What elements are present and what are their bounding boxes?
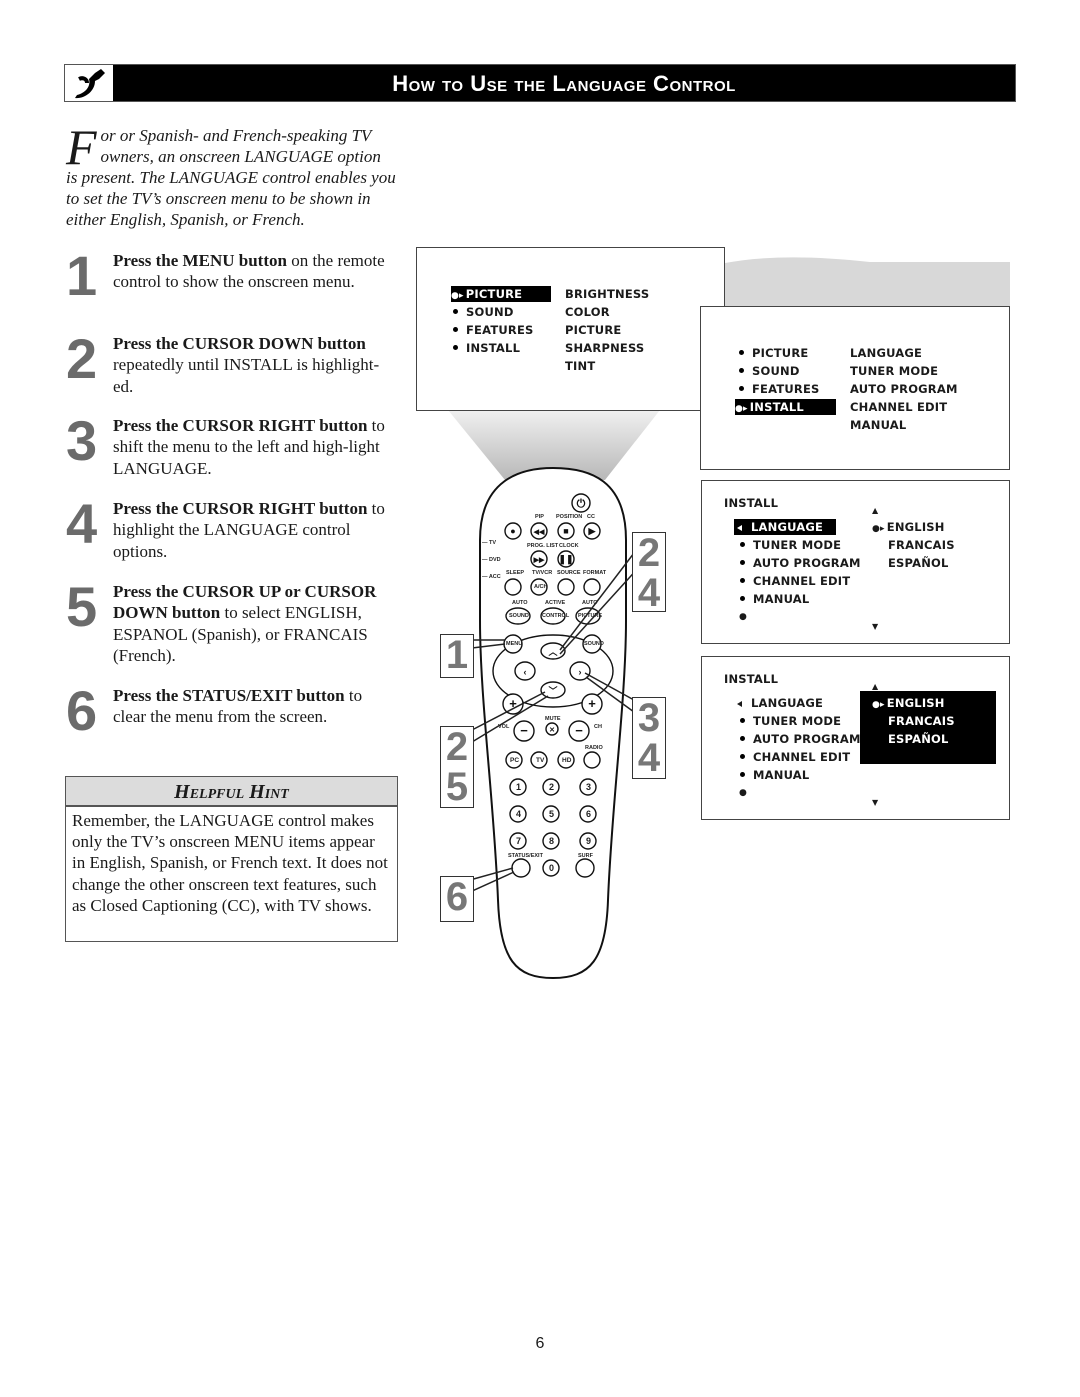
sound-label: SOUND: [584, 641, 604, 647]
format-label: FORMAT: [583, 570, 607, 576]
ch-label: CH: [594, 724, 602, 730]
page-number: 6: [535, 1335, 545, 1352]
callout-number: 5: [445, 765, 469, 809]
up-arrow-icon: ︿: [548, 647, 557, 657]
status-exit-label: STATUS/EXIT: [508, 853, 543, 859]
pip-label: PIP: [535, 514, 544, 520]
format-button: [583, 578, 601, 596]
vol-label: VOL: [498, 724, 510, 730]
remote-control: ⏻ ● ◀◀ ■ ▶ ▶▶ ❚❚ ︿ ‹ › ﹀ + + − − ✕: [469, 466, 641, 980]
callout-step-2-4: 2 4: [632, 531, 666, 615]
position-label: POSITION: [556, 514, 583, 520]
rewind-icon: ◀◀: [533, 529, 545, 536]
radio-button: [583, 751, 601, 769]
callout-step-6: 6: [440, 876, 474, 922]
active-label: ACTIVE: [545, 600, 566, 606]
digit-label: 4: [516, 809, 522, 819]
down-arrow-icon: ﹀: [548, 685, 557, 696]
clock-label: CLOCK: [559, 543, 579, 549]
tv-label: TV: [536, 757, 545, 764]
play-icon: ▶: [588, 526, 597, 536]
ffwd-icon: ▶▶: [533, 557, 545, 564]
sleep-label: SLEEP: [506, 570, 525, 576]
callout-step-3-4: 3 4: [632, 697, 666, 779]
radio-label: RADIO: [585, 745, 603, 751]
power-icon: ⏻: [577, 497, 586, 510]
source-label: SOURCE: [557, 570, 581, 576]
auto-label: AUTO: [582, 600, 598, 606]
pause-icon: ❚❚: [558, 554, 573, 565]
tvvcr-label: TV/VCR: [532, 570, 553, 576]
digit-label: 1: [516, 782, 522, 792]
picture-label: PICTURE: [578, 613, 603, 619]
callout-number: 3: [637, 696, 661, 740]
callout-number: 2: [637, 531, 661, 575]
plus-icon: +: [588, 696, 596, 711]
digit-label: 2: [549, 782, 555, 792]
callout-number: 2: [445, 725, 469, 769]
mute-label: MUTE: [545, 716, 561, 722]
ach-label: A/CH: [534, 584, 548, 590]
digit-label: 5: [549, 809, 555, 819]
right-arrow-icon: ›: [579, 667, 582, 677]
surf-button: [575, 858, 595, 878]
left-arrow-icon: ‹: [524, 667, 527, 677]
hd-label: HD: [562, 757, 572, 764]
tv-mode-label: — TV: [482, 540, 497, 546]
minus-icon: −: [520, 723, 528, 738]
digit-label: 7: [516, 836, 522, 846]
stop-icon: ■: [563, 526, 568, 536]
digit-label: 8: [549, 836, 555, 846]
record-icon: ●: [510, 526, 515, 536]
mute-icon: ✕: [549, 727, 555, 734]
status-exit-button: [511, 858, 531, 878]
digit-label: 9: [586, 836, 592, 846]
callout-number: 1: [445, 633, 469, 677]
prog-list-label: PROG. LIST: [527, 543, 559, 549]
dvd-mode-label: — DVD: [482, 557, 501, 563]
cc-label: CC: [587, 514, 595, 520]
surf-label: SURF: [578, 853, 593, 859]
digit-label: 0: [549, 863, 555, 873]
callout-step-2-5: 2 5: [440, 726, 474, 808]
callout-number: 4: [637, 571, 661, 615]
callout-number: 4: [637, 736, 661, 780]
digit-label: 3: [586, 782, 592, 792]
menu-label: MENU: [506, 641, 523, 647]
sleep-button: [504, 578, 522, 596]
pc-label: PC: [510, 757, 520, 764]
digit-label: 6: [586, 809, 592, 819]
minus-icon: −: [575, 723, 583, 738]
auto-label: AUTO: [512, 600, 528, 606]
sound-label: SOUND: [509, 613, 529, 619]
acc-mode-label: — ACC: [482, 574, 501, 580]
control-label: CONTROL: [542, 613, 570, 619]
callout-step-1: 1: [440, 634, 474, 678]
callout-number: 6: [445, 875, 469, 919]
source-button: [557, 578, 575, 596]
